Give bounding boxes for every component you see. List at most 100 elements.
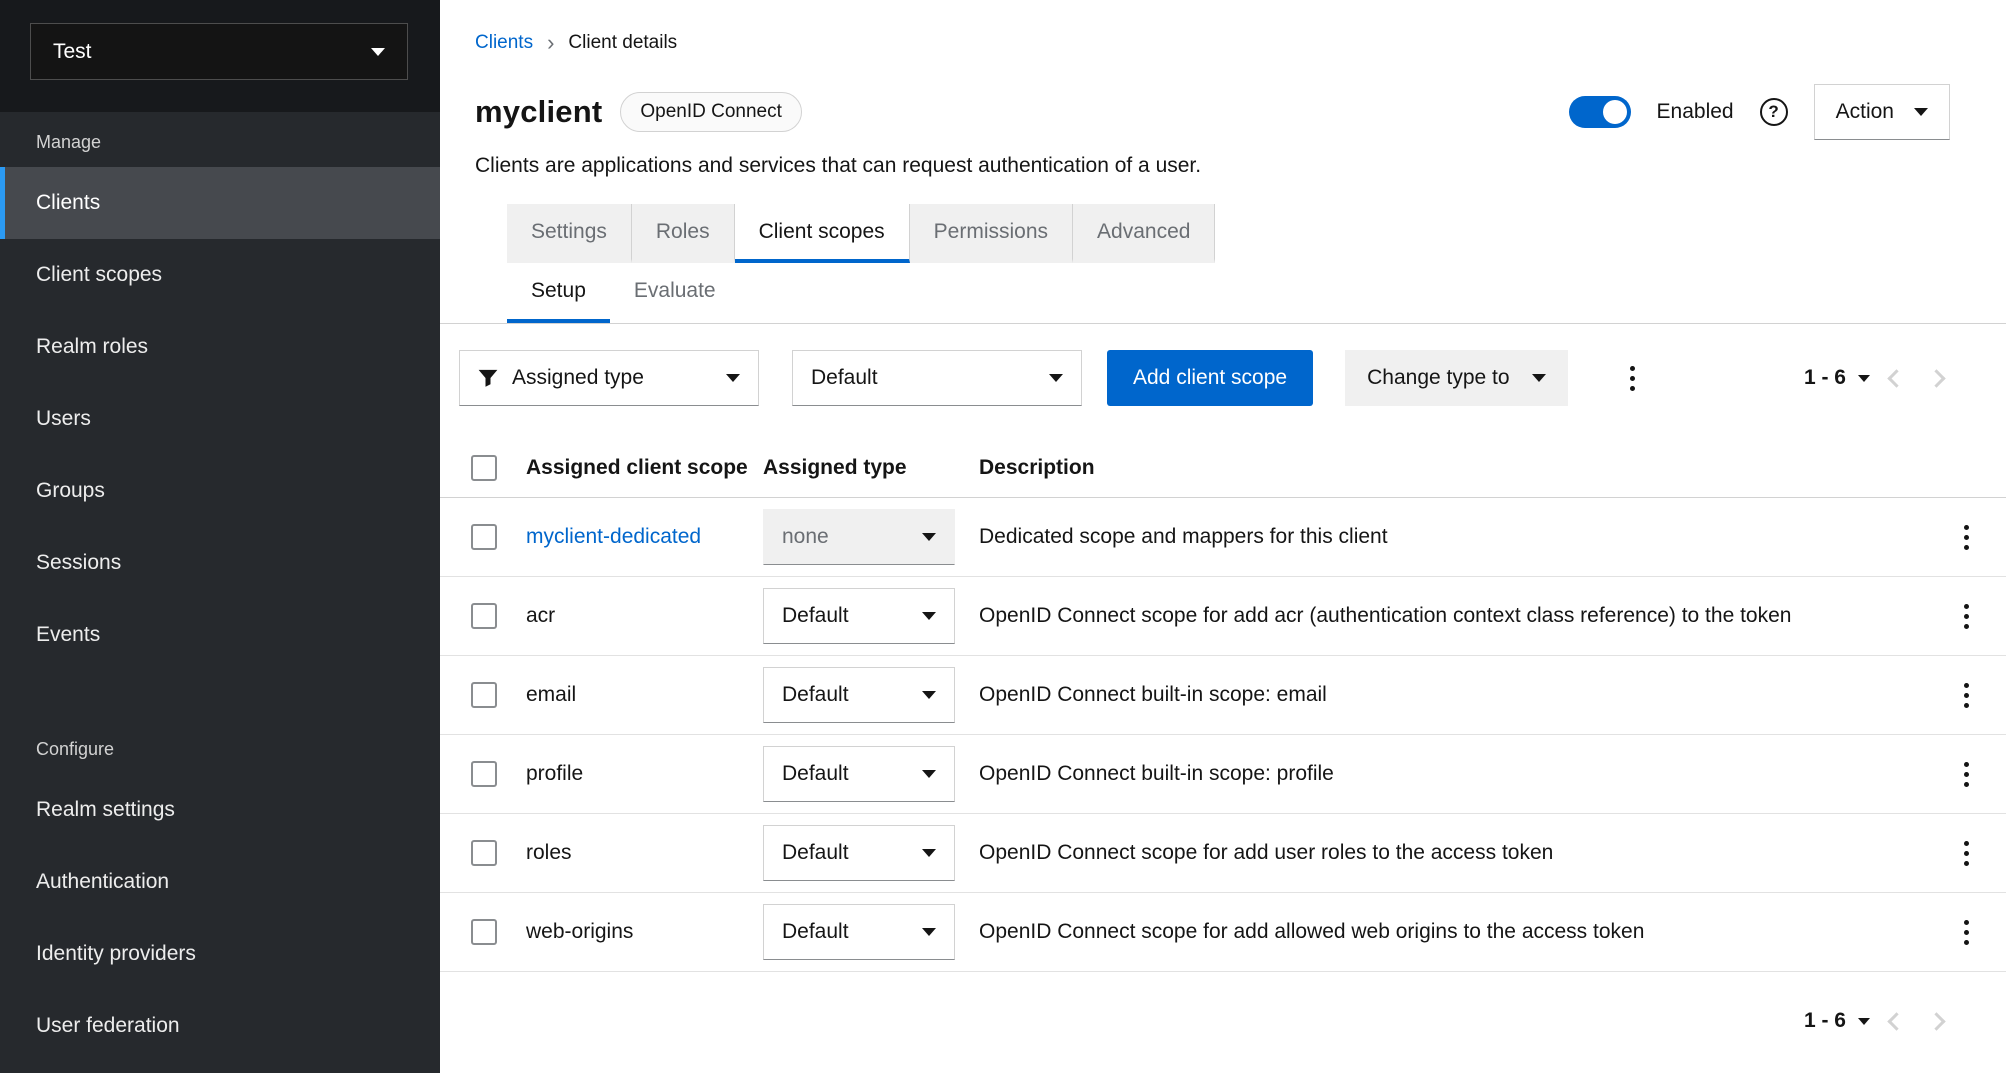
row-checkbox[interactable] xyxy=(471,919,497,945)
chevron-down-icon xyxy=(1858,375,1870,382)
scope-name: roles xyxy=(526,841,572,865)
tab-advanced[interactable]: Advanced xyxy=(1073,204,1215,263)
assigned-type-value: Default xyxy=(782,683,849,707)
table-header-row: Assigned client scope Assigned type Desc… xyxy=(440,438,2006,498)
page-header: myclient OpenID Connect Enabled Action xyxy=(475,84,1950,140)
page-title: myclient xyxy=(475,94,602,130)
table-row-web-origins: web-originsDefaultOpenID Connect scope f… xyxy=(440,893,2006,972)
chevron-down-icon xyxy=(922,533,936,541)
add-client-scope-button[interactable]: Add client scope xyxy=(1107,350,1313,406)
chevron-down-icon xyxy=(922,691,936,699)
toolbar-kebab-menu-icon[interactable] xyxy=(1620,357,1645,399)
pagination-range-toggle[interactable]: 1 - 6 xyxy=(1804,1009,1870,1033)
change-type-to-dropdown[interactable]: Change type to xyxy=(1345,350,1567,406)
action-dropdown[interactable]: Action xyxy=(1814,84,1950,140)
assigned-type-select[interactable]: Default xyxy=(763,746,955,802)
subtab-evaluate[interactable]: Evaluate xyxy=(610,263,740,323)
filter-label: Assigned type xyxy=(512,366,644,390)
assigned-type-select[interactable]: Default xyxy=(763,825,955,881)
scope-name[interactable]: myclient-dedicated xyxy=(526,525,701,549)
realm-selector[interactable]: Test xyxy=(30,23,408,80)
chevron-down-icon xyxy=(1049,374,1063,382)
help-icon[interactable] xyxy=(1760,98,1788,126)
assigned-type-select[interactable]: none xyxy=(763,509,955,565)
row-checkbox[interactable] xyxy=(471,840,497,866)
chevron-right-icon xyxy=(1927,369,1945,387)
assigned-type-select[interactable]: Default xyxy=(763,904,955,960)
sidebar-item-client-scopes[interactable]: Client scopes xyxy=(0,239,440,311)
table-row-profile: profileDefaultOpenID Connect built-in sc… xyxy=(440,735,2006,814)
filter-category-select[interactable]: Assigned type xyxy=(459,350,759,406)
tab-roles[interactable]: Roles xyxy=(632,204,735,263)
row-checkbox[interactable] xyxy=(471,524,497,550)
sidebar-item-authentication[interactable]: Authentication xyxy=(0,846,440,918)
chevron-down-icon xyxy=(1532,374,1546,382)
pagination-prev-button[interactable] xyxy=(1870,998,1916,1044)
subtab-setup[interactable]: Setup xyxy=(507,263,610,323)
sidebar-item-user-federation[interactable]: User federation xyxy=(0,990,440,1062)
row-checkbox[interactable] xyxy=(471,603,497,629)
row-kebab-menu-icon[interactable] xyxy=(1954,753,1979,795)
row-kebab-menu-icon[interactable] xyxy=(1954,674,1979,716)
sidebar-item-clients[interactable]: Clients xyxy=(0,167,440,239)
breadcrumb-clients-link[interactable]: Clients xyxy=(475,32,533,54)
tab-client-scopes[interactable]: Client scopes xyxy=(735,204,910,263)
assigned-type-value: Default xyxy=(782,762,849,786)
scope-description: Dedicated scope and mappers for this cli… xyxy=(979,525,1926,549)
chevron-down-icon xyxy=(922,770,936,778)
assigned-type-value: Default xyxy=(782,920,849,944)
chevron-down-icon xyxy=(922,849,936,857)
row-checkbox[interactable] xyxy=(471,761,497,787)
page-description: Clients are applications and services th… xyxy=(475,154,2006,178)
sidebar-item-realm-settings[interactable]: Realm settings xyxy=(0,774,440,846)
sidebar-item-realm-roles[interactable]: Realm roles xyxy=(0,311,440,383)
pagination-next-button[interactable] xyxy=(1916,998,1962,1044)
assigned-type-value: none xyxy=(782,525,829,549)
column-header-assigned-client-scope: Assigned client scope xyxy=(526,456,763,480)
client-tabs: SettingsRolesClient scopesPermissionsAdv… xyxy=(507,204,2006,263)
toggle-knob xyxy=(1603,100,1627,124)
row-kebab-menu-icon[interactable] xyxy=(1954,832,1979,874)
pagination-range: 1 - 6 xyxy=(1804,366,1846,390)
row-kebab-menu-icon[interactable] xyxy=(1954,516,1979,558)
row-kebab-menu-icon[interactable] xyxy=(1954,595,1979,637)
header-actions: Enabled Action xyxy=(1569,84,1950,140)
scope-name: email xyxy=(526,683,576,707)
tab-permissions[interactable]: Permissions xyxy=(910,204,1073,263)
select-all-checkbox[interactable] xyxy=(471,455,497,481)
type-filter-select[interactable]: Default xyxy=(792,350,1082,406)
pagination-next-button[interactable] xyxy=(1916,355,1962,401)
table-row-email: email Default OpenID Connect built-in scop… xyxy=(440,656,2006,735)
pagination-top: 1 - 6 xyxy=(1804,355,1962,401)
sidebar-item-groups[interactable]: Groups xyxy=(0,455,440,527)
client-scopes-table: Assigned client scope Assigned type Desc… xyxy=(440,438,2006,972)
realm-band: Test xyxy=(0,0,440,112)
row-kebab-menu-icon[interactable] xyxy=(1954,911,1979,953)
sidebar-item-users[interactable]: Users xyxy=(0,383,440,455)
chevron-down-icon xyxy=(922,928,936,936)
pagination-prev-button[interactable] xyxy=(1870,355,1916,401)
type-filter-value: Default xyxy=(811,366,878,390)
sidebar-item-identity-providers[interactable]: Identity providers xyxy=(0,918,440,990)
scope-description: OpenID Connect scope for add user roles … xyxy=(979,841,1926,865)
pagination-bottom: 1 - 6 xyxy=(440,972,2006,1070)
row-checkbox[interactable] xyxy=(471,682,497,708)
assigned-type-select[interactable]: Default xyxy=(763,588,955,644)
table-row-myclient-dedicated: myclient-dedicated none Dedicated scope an… xyxy=(440,498,2006,577)
filter-label-wrap: Assigned type xyxy=(478,366,644,390)
sidebar-item-events[interactable]: Events xyxy=(0,599,440,671)
column-header-description: Description xyxy=(979,456,1926,480)
scope-description: OpenID Connect built-in scope: email xyxy=(979,683,1926,707)
chevron-down-icon xyxy=(922,612,936,620)
enabled-toggle[interactable] xyxy=(1569,96,1631,128)
table-row-roles: roles Default OpenID Connect scope for add… xyxy=(440,814,2006,893)
table-row-acr: acrDefaultOpenID Connect scope for add a… xyxy=(440,577,2006,656)
chevron-down-icon xyxy=(726,374,740,382)
app-root: Test ManageClientsClient scopesRealm rol… xyxy=(0,0,2006,1073)
protocol-badge: OpenID Connect xyxy=(620,92,802,132)
assigned-type-select[interactable]: Default xyxy=(763,667,955,723)
chevron-down-icon xyxy=(371,48,385,56)
tab-settings[interactable]: Settings xyxy=(507,204,632,263)
pagination-range-toggle[interactable]: 1 - 6 xyxy=(1804,366,1870,390)
sidebar-item-sessions[interactable]: Sessions xyxy=(0,527,440,599)
